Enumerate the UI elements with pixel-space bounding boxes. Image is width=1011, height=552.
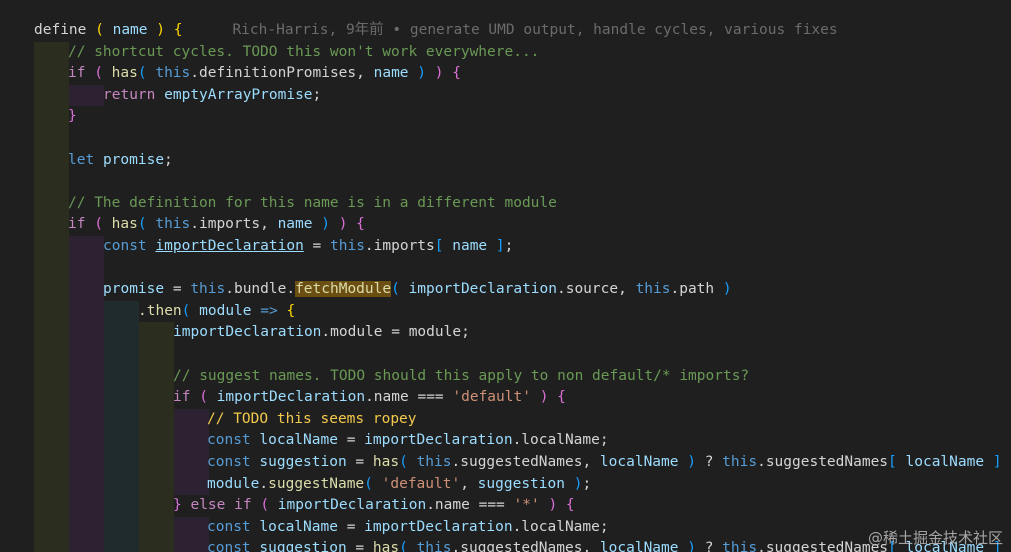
code-text: const localName = importDeclaration.loca… bbox=[207, 518, 609, 535]
code-line: let promise; bbox=[0, 149, 1011, 172]
code-text: .then( module => { bbox=[138, 302, 296, 319]
code-text: if ( has( this.imports, name ) ) { bbox=[68, 216, 365, 233]
code-line: const suggestion = has( this.suggestedNa… bbox=[0, 452, 1011, 474]
code-line bbox=[0, 344, 1011, 366]
code-text: const localName = importDeclaration.loca… bbox=[207, 432, 609, 449]
code-text: return emptyArrayPromise; bbox=[103, 86, 322, 103]
code-text: promise = this.bundle.fetchModule( impor… bbox=[103, 281, 732, 298]
code-text: // TODO this seems ropey bbox=[207, 410, 417, 427]
code-line: importDeclaration.module = module; bbox=[0, 322, 1011, 344]
git-blame-annotation[interactable]: Rich-Harris, 9年前 • generate UMD output, … bbox=[232, 22, 837, 38]
code-line bbox=[0, 257, 1011, 280]
code-text: let promise; bbox=[68, 151, 173, 168]
code-text: if ( has( this.definitionPromises, name … bbox=[68, 65, 461, 82]
code-text: } bbox=[68, 108, 77, 125]
code-line: if ( has( this.imports, name ) ) { bbox=[0, 214, 1011, 236]
code-text: const importDeclaration = this.imports[ … bbox=[103, 238, 514, 254]
code-line: define ( name ) {Rich-Harris, 9年前 • gene… bbox=[0, 20, 1011, 61]
code-text: } else if ( importDeclaration.name === '… bbox=[173, 497, 575, 514]
lightbulb-icon[interactable] bbox=[4, 23, 69, 61]
code-line: promise = this.bundle.fetchModule( impor… bbox=[0, 279, 1011, 301]
code-line: // TODO this seems ropey bbox=[0, 408, 1011, 431]
code-text: module.suggestName( 'default', suggestio… bbox=[207, 475, 592, 492]
code-text: if ( importDeclaration.name === 'default… bbox=[173, 389, 566, 406]
code-line bbox=[0, 128, 1011, 150]
code-line: // The definition for this name is in a … bbox=[0, 192, 1011, 215]
code-line: const importDeclaration = this.imports[ … bbox=[0, 236, 1011, 258]
code-text: // The definition for this name is in a … bbox=[68, 194, 557, 211]
code-line: if ( importDeclaration.name === 'default… bbox=[0, 387, 1011, 409]
code-text: importDeclaration.module = module; bbox=[173, 324, 470, 341]
code-line: return emptyArrayPromise; bbox=[0, 84, 1011, 107]
code-text: // shortcut cycles. TODO this won't work… bbox=[68, 43, 540, 60]
code-line: module.suggestName( 'default', suggestio… bbox=[0, 473, 1011, 496]
code-text: define ( name ) {Rich-Harris, 9年前 • gene… bbox=[34, 22, 838, 38]
code-line bbox=[0, 171, 1011, 193]
watermark: @稀土掘金技术社区 bbox=[867, 529, 1003, 547]
code-line: const localName = importDeclaration.loca… bbox=[0, 430, 1011, 452]
code-line: // shortcut cycles. TODO this won't work… bbox=[0, 41, 1011, 64]
code-text: // suggest names. TODO should this apply… bbox=[173, 367, 750, 384]
code-editor[interactable]: define ( name ) {Rich-Harris, 9年前 • gene… bbox=[0, 0, 1011, 552]
code-line: .then( module => { bbox=[0, 300, 1011, 323]
code-text: const suggestion = has( this.suggestedNa… bbox=[207, 454, 1011, 470]
code-line: if ( has( this.definitionPromises, name … bbox=[0, 63, 1011, 85]
code-line: const suggestion = has( this.suggestedNa… bbox=[0, 538, 1011, 552]
search-highlight: fetchModule bbox=[295, 281, 392, 298]
code-line: // suggest names. TODO should this apply… bbox=[0, 365, 1011, 388]
code-line: } else if ( importDeclaration.name === '… bbox=[0, 495, 1011, 517]
code-line: const localName = importDeclaration.loca… bbox=[0, 516, 1011, 539]
code-line: } bbox=[0, 106, 1011, 128]
